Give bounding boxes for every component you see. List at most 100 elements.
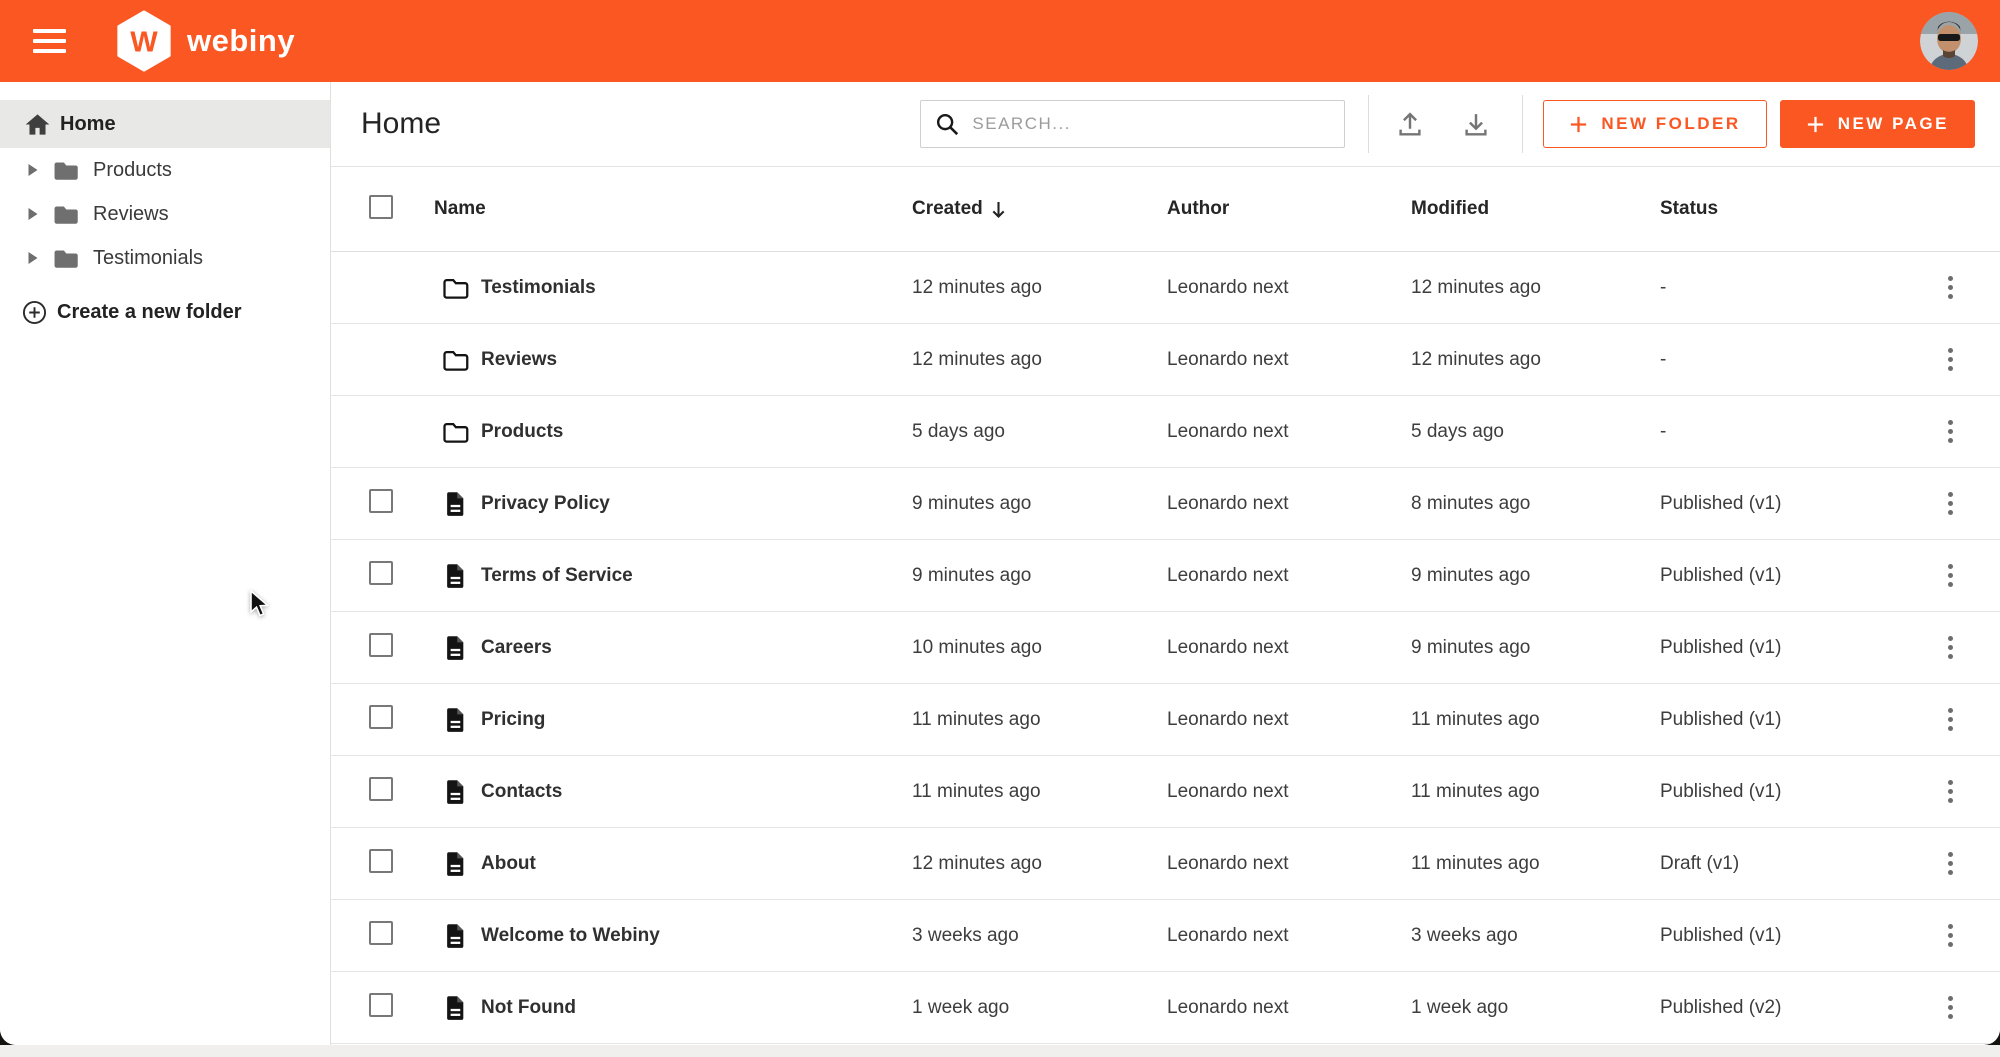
toolbar-divider xyxy=(1368,95,1369,153)
row-name[interactable]: Not Found xyxy=(481,997,912,1019)
row-checkbox[interactable] xyxy=(369,921,393,945)
row-checkbox[interactable] xyxy=(369,561,393,585)
export-download-button[interactable] xyxy=(1453,101,1499,147)
table-row[interactable]: Testimonials 12 minutes ago Leonardo nex… xyxy=(331,252,2000,324)
hamburger-menu-button[interactable] xyxy=(18,13,82,69)
table-row[interactable]: Careers 10 minutes ago Leonardo next 9 m… xyxy=(331,612,2000,684)
sort-descending-icon xyxy=(990,200,1007,219)
page-document-icon xyxy=(441,562,469,590)
table-row[interactable]: Terms of Service 9 minutes ago Leonardo … xyxy=(331,540,2000,612)
row-name[interactable]: Welcome to Webiny xyxy=(481,925,912,947)
row-name[interactable]: Reviews xyxy=(481,349,912,371)
row-author: Leonardo next xyxy=(1167,421,1411,443)
row-checkbox[interactable] xyxy=(369,633,393,657)
row-menu-button[interactable] xyxy=(1936,919,1966,953)
table-row[interactable]: Privacy Policy 9 minutes ago Leonardo ne… xyxy=(331,468,2000,540)
new-page-label: NEW PAGE xyxy=(1838,114,1949,134)
row-created: 12 minutes ago xyxy=(912,277,1167,299)
select-all-checkbox[interactable] xyxy=(369,195,393,219)
row-created: 12 minutes ago xyxy=(912,349,1167,371)
folder-icon xyxy=(441,418,469,446)
row-name[interactable]: Pricing xyxy=(481,709,912,731)
sidebar-item-reviews[interactable]: Reviews xyxy=(0,192,330,236)
search-box[interactable] xyxy=(920,100,1345,148)
top-bar: webiny xyxy=(0,0,2000,82)
sidebar-item-testimonials[interactable]: Testimonials xyxy=(0,236,330,280)
table-header: Name Created Author Modified Status xyxy=(331,167,2000,252)
table-row[interactable]: Contacts 11 minutes ago Leonardo next 11… xyxy=(331,756,2000,828)
table-row[interactable]: Reviews 12 minutes ago Leonardo next 12 … xyxy=(331,324,2000,396)
table-body: Testimonials 12 minutes ago Leonardo nex… xyxy=(331,252,2000,1044)
row-status: Published (v1) xyxy=(1660,565,1901,587)
folder-icon xyxy=(52,201,79,228)
row-author: Leonardo next xyxy=(1167,637,1411,659)
table-row[interactable]: About 12 minutes ago Leonardo next 11 mi… xyxy=(331,828,2000,900)
row-menu-button[interactable] xyxy=(1936,703,1966,737)
search-icon xyxy=(934,111,960,137)
row-created: 10 minutes ago xyxy=(912,637,1167,659)
row-author: Leonardo next xyxy=(1167,493,1411,515)
row-checkbox[interactable] xyxy=(369,705,393,729)
toolbar-divider xyxy=(1522,95,1523,153)
row-created: 11 minutes ago xyxy=(912,781,1167,803)
row-menu-button[interactable] xyxy=(1936,559,1966,593)
row-menu-button[interactable] xyxy=(1936,415,1966,449)
row-menu-button[interactable] xyxy=(1936,271,1966,305)
row-name[interactable]: About xyxy=(481,853,912,875)
search-input[interactable] xyxy=(972,114,1344,134)
import-upload-button[interactable] xyxy=(1387,101,1433,147)
row-status: - xyxy=(1660,349,1901,371)
page-title: Home xyxy=(361,107,441,141)
page-document-icon xyxy=(441,706,469,734)
sidebar-item-home[interactable]: Home xyxy=(0,100,330,148)
sidebar-folder-label: Reviews xyxy=(93,203,169,226)
row-modified: 3 weeks ago xyxy=(1411,925,1660,947)
row-status: Published (v1) xyxy=(1660,709,1901,731)
row-checkbox[interactable] xyxy=(369,993,393,1017)
create-new-folder-button[interactable]: Create a new folder xyxy=(0,290,330,334)
table-row[interactable]: Welcome to Webiny 3 weeks ago Leonardo n… xyxy=(331,900,2000,972)
row-menu-button[interactable] xyxy=(1936,991,1966,1025)
webiny-hexagon-icon xyxy=(114,10,174,72)
row-name[interactable]: Contacts xyxy=(481,781,912,803)
row-name[interactable]: Careers xyxy=(481,637,912,659)
page-document-icon xyxy=(441,634,469,662)
page-document-icon xyxy=(441,850,469,878)
row-author: Leonardo next xyxy=(1167,925,1411,947)
brand-name: webiny xyxy=(187,23,295,59)
column-header-author[interactable]: Author xyxy=(1167,198,1411,220)
row-modified: 1 week ago xyxy=(1411,997,1660,1019)
new-folder-label: NEW FOLDER xyxy=(1601,114,1740,134)
sidebar-item-products[interactable]: Products xyxy=(0,148,330,192)
row-status: - xyxy=(1660,277,1901,299)
table-row[interactable]: Not Found 1 week ago Leonardo next 1 wee… xyxy=(331,972,2000,1044)
new-folder-button[interactable]: NEW FOLDER xyxy=(1543,100,1766,148)
create-folder-label: Create a new folder xyxy=(57,301,242,324)
table-row[interactable]: Pricing 11 minutes ago Leonardo next 11 … xyxy=(331,684,2000,756)
row-author: Leonardo next xyxy=(1167,565,1411,587)
row-menu-button[interactable] xyxy=(1936,631,1966,665)
user-avatar[interactable] xyxy=(1920,12,1978,70)
row-checkbox[interactable] xyxy=(369,849,393,873)
row-name[interactable]: Products xyxy=(481,421,912,443)
author-header-label: Author xyxy=(1167,198,1229,220)
column-header-created[interactable]: Created xyxy=(912,198,1167,220)
home-icon xyxy=(24,111,51,138)
page-document-icon xyxy=(441,778,469,806)
folder-icon xyxy=(441,346,469,374)
row-name[interactable]: Privacy Policy xyxy=(481,493,912,515)
row-menu-button[interactable] xyxy=(1936,847,1966,881)
new-page-button[interactable]: NEW PAGE xyxy=(1780,100,1975,148)
table-row[interactable]: Products 5 days ago Leonardo next 5 days… xyxy=(331,396,2000,468)
row-checkbox[interactable] xyxy=(369,777,393,801)
column-header-name[interactable]: Name xyxy=(434,198,912,220)
row-name[interactable]: Terms of Service xyxy=(481,565,912,587)
row-menu-button[interactable] xyxy=(1936,775,1966,809)
row-modified: 12 minutes ago xyxy=(1411,349,1660,371)
column-header-modified[interactable]: Modified xyxy=(1411,198,1660,220)
row-checkbox[interactable] xyxy=(369,489,393,513)
row-name[interactable]: Testimonials xyxy=(481,277,912,299)
row-menu-button[interactable] xyxy=(1936,343,1966,377)
row-modified: 9 minutes ago xyxy=(1411,637,1660,659)
row-menu-button[interactable] xyxy=(1936,487,1966,521)
